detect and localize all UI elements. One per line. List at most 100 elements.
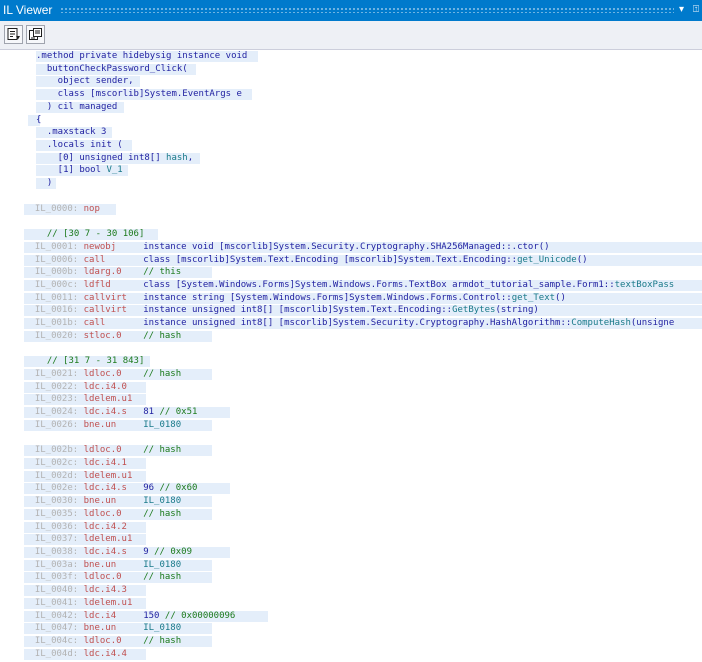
- code-token-mem: ComputeHash: [571, 318, 631, 329]
- code-token-lbl: IL_0035:: [24, 508, 84, 519]
- code-line[interactable]: IL_0038: ldc.i4.s 9 // 0x09: [0, 546, 702, 559]
- code-line[interactable]: IL_0030: bne.un IL_0180: [0, 495, 702, 508]
- code-token-mem: hash: [166, 152, 188, 163]
- code-line[interactable]: IL_004d: ldc.i4.4: [0, 648, 702, 661]
- code-text: {: [36, 114, 41, 127]
- auto-hide-pin-icon[interactable]: ⍐: [693, 3, 699, 17]
- code-token-op: call: [83, 254, 144, 265]
- code-token-op: callvirt: [83, 305, 144, 316]
- code-text: .locals init (: [36, 139, 123, 152]
- code-text: .maxstack 3: [36, 126, 107, 139]
- code-token-lbl: IL_004c:: [24, 636, 84, 647]
- code-line[interactable]: IL_0006: call class [mscorlib]System.Tex…: [0, 254, 702, 267]
- code-line[interactable]: IL_0041: ldelem.u1: [0, 597, 702, 610]
- code-token-kw: buttonCheckPassword_Click(: [36, 63, 188, 74]
- blank-line[interactable]: [0, 190, 702, 203]
- code-token-kw: .method private hidebysig instance void: [36, 51, 248, 61]
- code-token-op: ldelem.u1: [83, 597, 133, 608]
- code-token-kw: ,: [187, 152, 194, 163]
- code-token-cm: // hash: [143, 572, 182, 583]
- code-line[interactable]: [1] bool V_1: [0, 164, 702, 177]
- code-text: IL_004d: ldc.i4.4: [24, 648, 127, 661]
- code-line[interactable]: IL_0035: ldloc.0 // hash: [0, 508, 702, 521]
- code-line[interactable]: IL_000b: ldarg.0 // this: [0, 266, 702, 279]
- code-line[interactable]: IL_0037: ldelem.u1: [0, 533, 702, 546]
- code-line[interactable]: IL_0024: ldc.i4.s 81 // 0x51: [0, 406, 702, 419]
- code-token-mem: get_Text: [511, 292, 556, 303]
- code-token-op: callvirt: [83, 292, 144, 303]
- code-line[interactable]: IL_0020: stloc.0 // hash: [0, 330, 702, 343]
- code-token-lbl: IL_0011:: [24, 292, 84, 303]
- window-menu-dropdown-icon[interactable]: ▾: [679, 3, 684, 17]
- code-token-op: ldfld: [83, 279, 144, 290]
- code-token-lbl: IL_0038:: [24, 547, 84, 558]
- code-line[interactable]: IL_000c: ldfld class [System.Windows.For…: [0, 279, 702, 292]
- code-line[interactable]: IL_003f: ldloc.0 // hash: [0, 571, 702, 584]
- code-line[interactable]: .locals init (: [0, 139, 702, 152]
- code-line[interactable]: // [31 7 - 31 843]: [0, 355, 702, 368]
- code-line[interactable]: [0] unsigned int8[] hash,: [0, 152, 702, 165]
- code-line[interactable]: IL_004c: ldloc.0 // hash: [0, 635, 702, 648]
- sync-button[interactable]: [26, 25, 45, 44]
- code-line[interactable]: IL_002b: ldloc.0 // hash: [0, 444, 702, 457]
- code-token-kw: {: [36, 114, 42, 125]
- code-line[interactable]: // [30 7 - 30 106]: [0, 228, 702, 241]
- code-line[interactable]: IL_0016: callvirt instance unsigned int8…: [0, 304, 702, 317]
- blank-line[interactable]: [0, 343, 702, 356]
- code-line[interactable]: IL_0036: ldc.i4.2: [0, 521, 702, 534]
- code-line[interactable]: ) cil managed: [0, 101, 702, 114]
- code-line[interactable]: IL_0001: newobj instance void [mscorlib]…: [0, 241, 702, 254]
- code-text: IL_0041: ldelem.u1: [24, 597, 133, 610]
- code-token-op: ldc.i4.0: [83, 381, 127, 392]
- code-token-kw: [1] bool: [36, 165, 107, 176]
- code-token-lbl: IL_002b:: [24, 445, 84, 456]
- view-options-button[interactable]: [4, 25, 23, 44]
- code-token-kw: instance string [System.Windows.Forms]Sy…: [143, 292, 512, 303]
- code-line[interactable]: IL_002d: ldelem.u1: [0, 470, 702, 483]
- code-token-lbl: IL_0000:: [24, 203, 84, 214]
- code-text: IL_0042: ldc.i4 150 // 0x00000096: [24, 610, 236, 623]
- code-line[interactable]: IL_0022: ldc.i4.0: [0, 381, 702, 394]
- code-line[interactable]: IL_0011: callvirt instance string [Syste…: [0, 292, 702, 305]
- code-token-lbl: IL_0022:: [24, 381, 84, 392]
- code-line[interactable]: {: [0, 114, 702, 127]
- code-line[interactable]: IL_003a: bne.un IL_0180: [0, 559, 702, 572]
- code-line[interactable]: IL_0000: nop: [0, 203, 702, 216]
- titlebar-grip[interactable]: [60, 7, 674, 13]
- code-line[interactable]: IL_0023: ldelem.u1: [0, 393, 702, 406]
- code-token-kw: class [mscorlib]System.EventArgs e: [36, 89, 242, 100]
- code-token-lbl: IL_0024:: [24, 407, 84, 418]
- code-line[interactable]: IL_0026: bne.un IL_0180: [0, 419, 702, 432]
- code-token-op: newobj: [83, 241, 144, 252]
- code-line[interactable]: ): [0, 177, 702, 190]
- code-token-lbl: IL_0037:: [24, 534, 84, 545]
- code-line[interactable]: IL_0021: ldloc.0 // hash: [0, 368, 702, 381]
- code-line[interactable]: class [mscorlib]System.EventArgs e: [0, 88, 702, 101]
- code-line[interactable]: IL_0042: ldc.i4 150 // 0x00000096: [0, 610, 702, 623]
- code-line[interactable]: IL_0040: ldc.i4.3: [0, 584, 702, 597]
- code-text: IL_0036: ldc.i4.2: [24, 521, 127, 534]
- il-code-view[interactable]: .method private hidebysig instance void …: [0, 50, 702, 662]
- code-text: ): [36, 177, 52, 190]
- code-text: IL_002d: ldelem.u1: [24, 470, 133, 483]
- code-line[interactable]: IL_0047: bne.un IL_0180: [0, 622, 702, 635]
- code-token-lbl: IL_0047:: [24, 623, 84, 634]
- code-line[interactable]: IL_002c: ldc.i4.1: [0, 457, 702, 470]
- code-token-lbl: IL_0026:: [24, 419, 84, 430]
- code-text: IL_0023: ldelem.u1: [24, 393, 133, 406]
- blank-line[interactable]: [0, 432, 702, 445]
- code-token-tgt: IL_0180: [143, 419, 182, 430]
- code-text: class [mscorlib]System.EventArgs e: [36, 88, 242, 101]
- tool-window-titlebar: IL Viewer ▾ ⍐: [0, 0, 702, 21]
- code-line[interactable]: buttonCheckPassword_Click(: [0, 63, 702, 76]
- code-line[interactable]: .maxstack 3: [0, 126, 702, 139]
- code-text: IL_0021: ldloc.0 // hash: [24, 368, 181, 381]
- code-text: IL_0026: bne.un IL_0180: [24, 419, 181, 432]
- code-line[interactable]: .method private hidebysig instance void: [0, 50, 702, 63]
- code-line[interactable]: IL_002e: ldc.i4.s 96 // 0x60: [0, 482, 702, 495]
- code-line[interactable]: object sender,: [0, 75, 702, 88]
- blank-line[interactable]: [0, 215, 702, 228]
- code-line[interactable]: IL_001b: call instance unsigned int8[] […: [0, 317, 702, 330]
- code-token-kw: ) cil managed: [36, 101, 118, 112]
- code-text: object sender,: [36, 75, 134, 88]
